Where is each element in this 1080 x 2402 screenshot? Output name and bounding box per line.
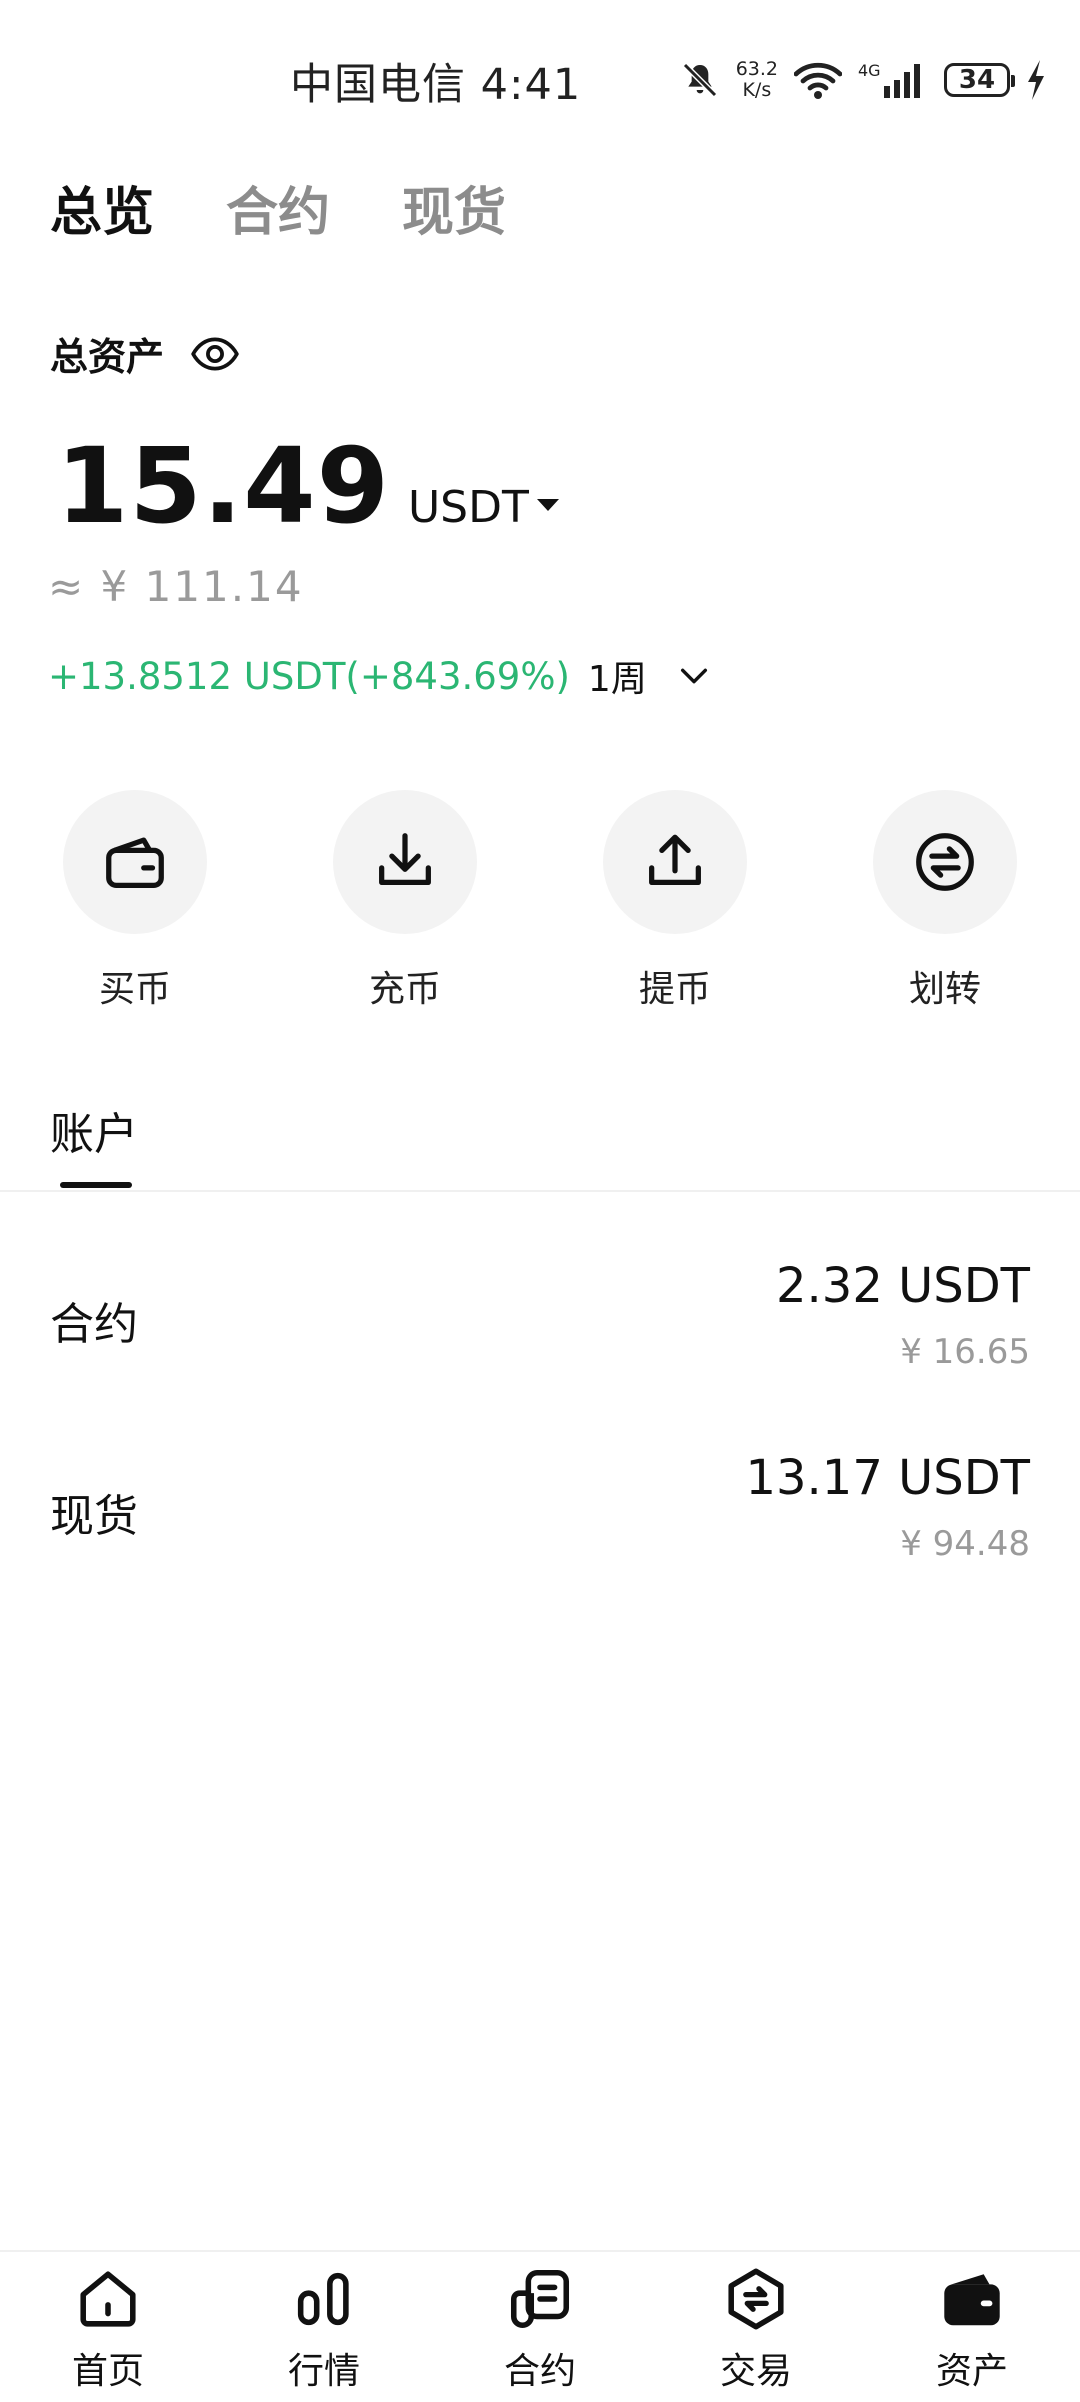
transfer-icon [916,833,974,891]
account-row-spot[interactable]: 现货 13.17 USDT ¥ 94.48 [50,1450,1030,1600]
tab-accounts-indicator [60,1182,132,1188]
nav-trade[interactable]: 交易 [648,2252,864,2402]
tab-overview[interactable]: 总览 [50,170,154,245]
network-type-label: 4G [858,61,881,80]
account-amount: 13.17 USDT [745,1450,1030,1506]
total-assets-amount-row: 15.49 USDT [56,425,559,547]
deposit-label: 充币 [368,969,441,1010]
battery-indicator: 34 [944,63,1015,97]
upload-icon [649,834,701,886]
cellular-signal-icon: 4G [858,61,920,98]
wallet-icon [106,837,164,888]
nav-home[interactable]: 首页 [0,2252,216,2402]
buy-crypto-button[interactable]: 买币 [0,790,270,1012]
network-speed: 63.2 K/s [736,59,778,101]
network-speed-value: 63.2 [735,58,778,80]
account-name: 现货 [50,1491,138,1542]
pnl-row: +13.8512 USDT(+843.69%) 1周 [48,650,711,702]
transfer-label: 划转 [908,969,981,1010]
transfer-button[interactable]: 划转 [810,790,1080,1012]
period-label: 1周 [587,659,647,700]
total-assets-cny: ≈ ¥ 111.14 [48,562,304,611]
battery-level: 34 [958,65,996,95]
nav-home-label: 首页 [71,2351,144,2392]
nav-market-label: 行情 [287,2351,360,2392]
status-carrier-time: 中国电信 4:41 [290,60,582,110]
account-cny-value: ¥ 16.65 [900,1332,1030,1372]
account-row-futures[interactable]: 合约 2.32 USDT ¥ 16.65 [50,1258,1030,1408]
nav-assets[interactable]: 资产 [864,2252,1080,2402]
account-amount: 2.32 USDT [775,1258,1030,1314]
currency-label: USDT [407,482,529,533]
trade-icon [728,2268,784,2330]
status-bar: 中国电信 4:41 63.2 K/s 4G 34 [0,0,1080,160]
quick-actions: 买币 充币 提币 划转 [0,790,1080,1012]
account-cny-value: ¥ 94.48 [900,1524,1030,1564]
futures-icon [510,2269,570,2328]
nav-futures-label: 合约 [503,2351,576,2392]
withdraw-button[interactable]: 提币 [540,790,810,1012]
account-name: 合约 [50,1299,138,1350]
network-speed-unit: K/s [742,79,772,101]
bell-muted-icon [682,62,717,98]
total-assets-label: 总资产 [50,335,165,379]
deposit-icon-circle [333,790,477,934]
nav-market[interactable]: 行情 [216,2252,432,2402]
nav-trade-label: 交易 [719,2351,792,2392]
tab-spot[interactable]: 现货 [402,170,506,245]
eye-icon[interactable] [190,329,240,379]
period-selector[interactable]: 1周 [588,650,711,702]
tab-accounts[interactable]: 账户 [50,1098,138,1162]
total-assets-value: 15.49 [56,425,390,547]
deposit-button[interactable]: 充币 [270,790,540,1012]
currency-selector[interactable]: USDT [408,482,559,533]
nav-futures[interactable]: 合约 [432,2252,648,2402]
transfer-icon-circle [873,790,1017,934]
market-icon [297,2272,349,2326]
assets-wallet-icon [944,2274,1000,2326]
tab-futures[interactable]: 合约 [226,170,330,245]
download-icon [379,833,431,886]
chevron-down-icon [680,668,707,684]
caret-down-icon [536,498,559,511]
withdraw-icon-circle [603,790,747,934]
total-assets-header: 总资产 [50,326,240,381]
buy-crypto-icon-circle [63,790,207,934]
wifi-icon [794,62,842,99]
buy-crypto-label: 买币 [98,969,171,1010]
charging-bolt-icon [1028,60,1044,100]
bottom-nav: 首页 行情 合约 交易 资产 [0,2250,1080,2402]
nav-assets-label: 资产 [935,2351,1008,2392]
pnl-value: +13.8512 USDT(+843.69%) [48,654,570,698]
withdraw-label: 提币 [638,969,711,1010]
section-divider [0,1190,1080,1192]
status-icons: 63.2 K/s 4G 34 [680,50,1046,110]
home-icon [80,2271,136,2327]
top-tabs: 总览 合约 现货 [50,170,506,245]
